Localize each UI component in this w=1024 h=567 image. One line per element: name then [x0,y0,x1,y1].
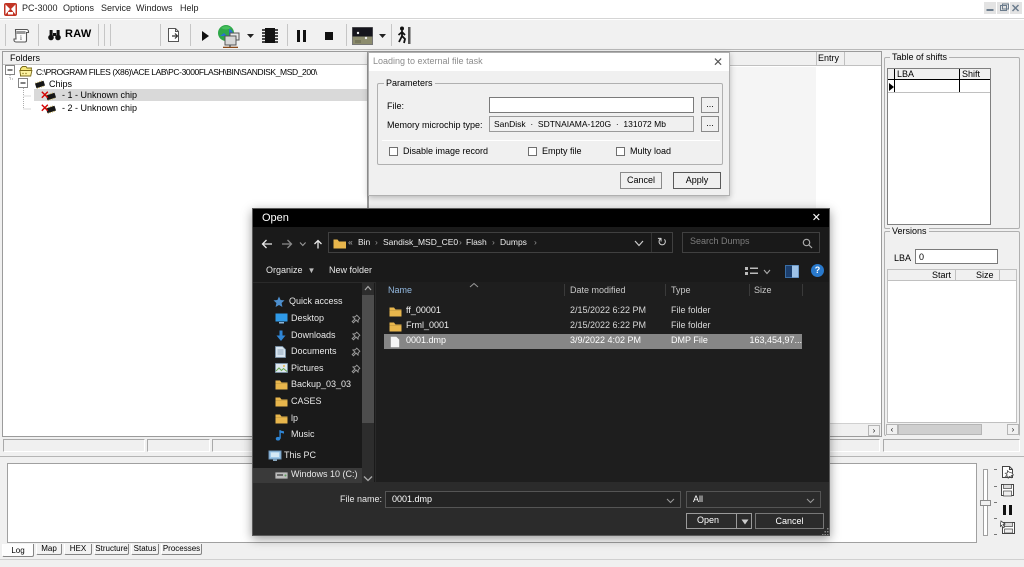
svg-text:i: i [20,34,22,42]
